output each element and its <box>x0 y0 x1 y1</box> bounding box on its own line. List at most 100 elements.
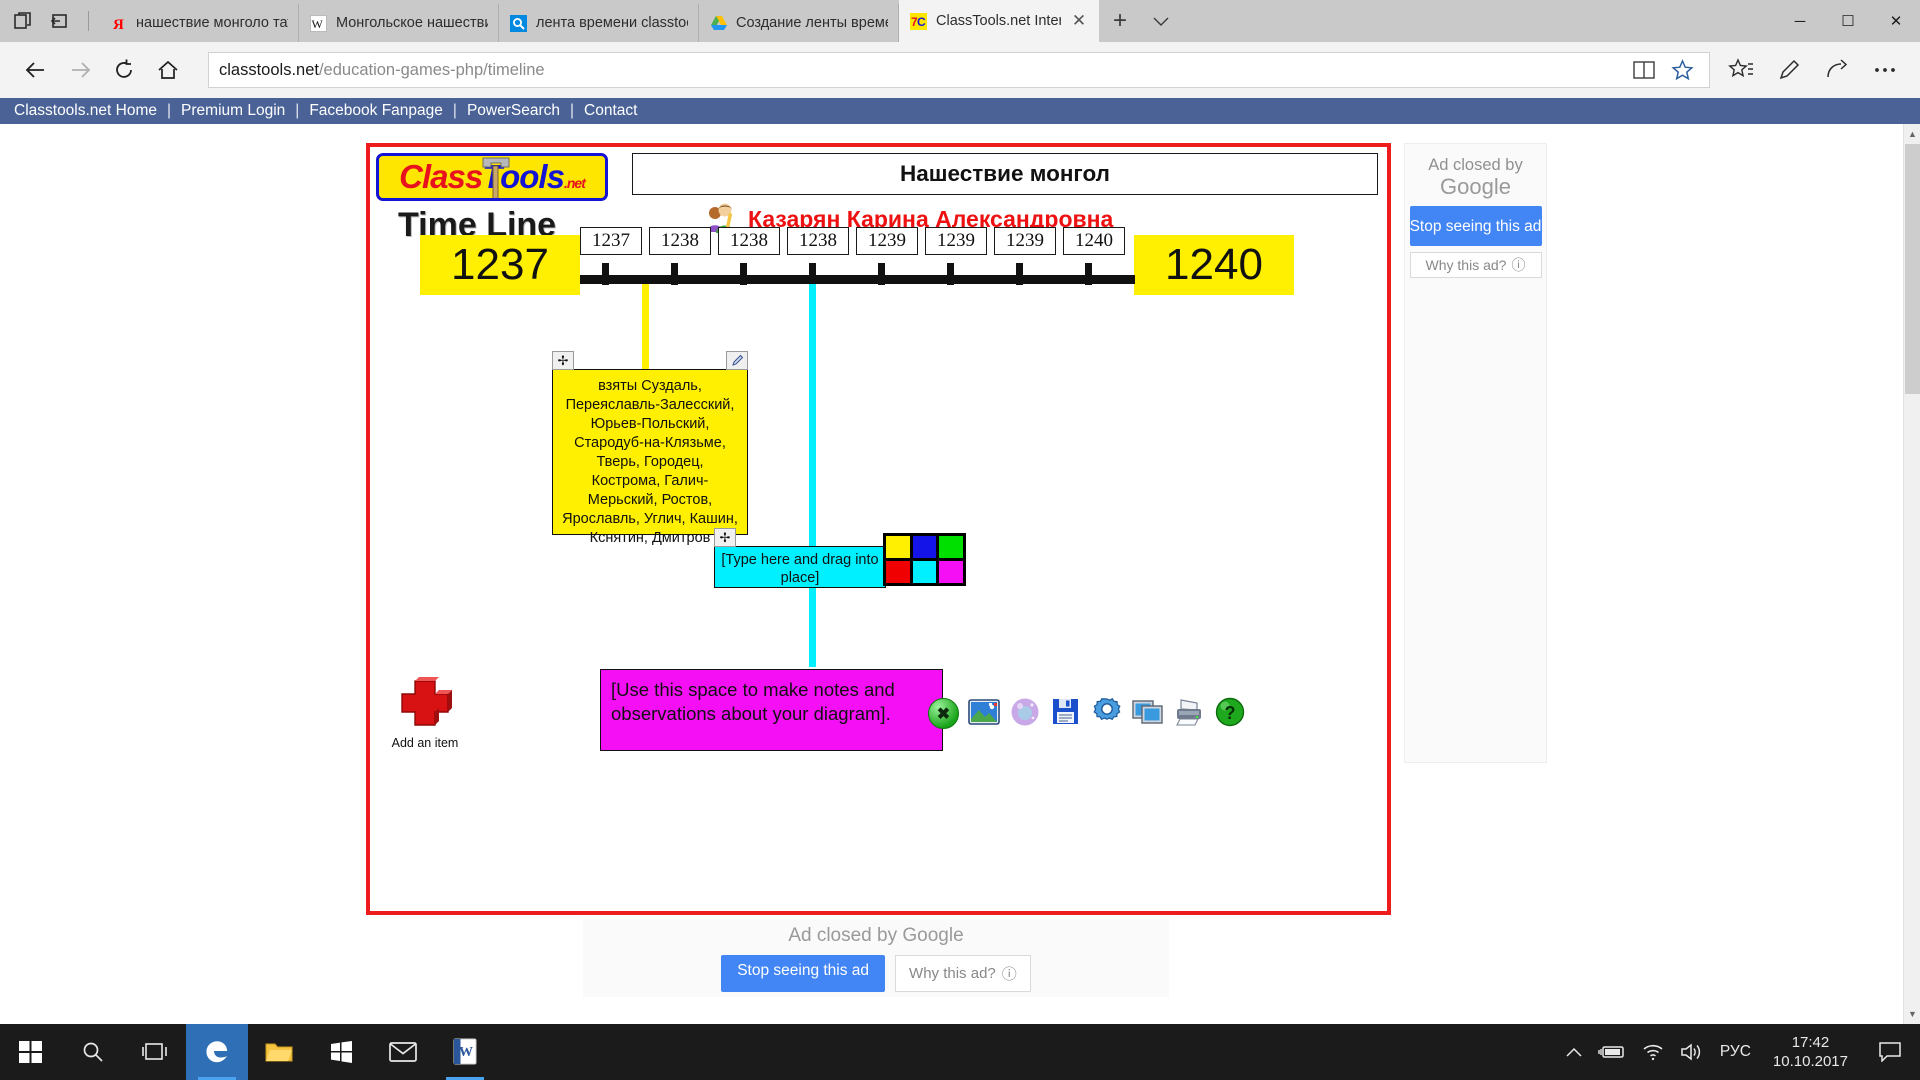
input-language-indicator[interactable]: РУС <box>1720 1043 1751 1061</box>
color-palette[interactable] <box>883 533 966 586</box>
stop-seeing-ad-button[interactable]: Stop seeing this ad <box>1409 206 1542 246</box>
date-box-7[interactable]: 1239 <box>994 227 1056 255</box>
task-view-icon[interactable] <box>124 1024 186 1080</box>
why-this-ad-button[interactable]: Why this ad? ⓘ <box>1409 252 1542 278</box>
forward-icon[interactable] <box>58 48 102 92</box>
favorite-star-icon[interactable] <box>1669 57 1695 83</box>
tab-preview-icon[interactable] <box>12 10 34 32</box>
why-this-ad-label: Why this ad? <box>1425 257 1507 273</box>
date-box-8[interactable]: 1240 <box>1063 227 1125 255</box>
browser-tab-5-active[interactable]: 7C ClassTools.net Interactiv ✕ <box>899 0 1099 42</box>
nav-link-powersearch[interactable]: PowerSearch <box>457 102 570 120</box>
browser-tab-4[interactable]: Создание ленты времени в <box>699 4 899 42</box>
timeline-title-input[interactable]: Нашествие монгол <box>632 153 1378 195</box>
action-center-icon[interactable] <box>1870 1024 1910 1080</box>
bottom-why-this-ad-button[interactable]: Why this ad? ⓘ <box>895 954 1031 992</box>
pencil-edit-icon[interactable] <box>726 351 748 370</box>
classtools-logo[interactable]: ClassTools.net <box>376 153 608 201</box>
new-tab-button[interactable]: + <box>1099 0 1141 42</box>
scrollbar-thumb[interactable] <box>1905 144 1920 394</box>
swatch-magenta[interactable] <box>939 561 963 583</box>
taskbar-clock[interactable]: 17:42 10.10.2017 <box>1767 1033 1854 1071</box>
volume-icon[interactable] <box>1680 1024 1704 1080</box>
nav-link-contact[interactable]: Contact <box>574 102 647 120</box>
date-box-6[interactable]: 1239 <box>925 227 987 255</box>
minimize-button[interactable]: ─ <box>1776 0 1824 42</box>
back-icon[interactable] <box>14 48 58 92</box>
close-icon[interactable]: ✕ <box>1069 11 1089 31</box>
microsoft-store-icon[interactable] <box>310 1024 372 1080</box>
share-icon[interactable] <box>1816 49 1858 91</box>
tab-label: лента времени classtools - <box>536 15 688 31</box>
home-icon[interactable] <box>146 48 190 92</box>
windows-start-icon[interactable] <box>0 1024 62 1080</box>
image-icon[interactable] <box>967 695 1001 729</box>
close-observations-button[interactable]: ✖ <box>928 698 959 729</box>
printer-icon[interactable] <box>1172 695 1206 729</box>
browser-tab-1[interactable]: Я нашествие монголо татар <box>99 4 299 42</box>
axis-tick-1 <box>602 263 609 285</box>
system-tray: РУС 17:42 10.10.2017 <box>1566 1024 1920 1080</box>
set-aside-tabs-icon[interactable] <box>48 10 70 32</box>
gear-settings-icon[interactable] <box>1090 695 1124 729</box>
browser-titlebar: Я нашествие монголо татар W Монгольское … <box>0 0 1920 42</box>
swatch-yellow[interactable] <box>886 536 910 558</box>
swatch-red[interactable] <box>886 561 910 583</box>
scroll-down-icon[interactable]: ▼ <box>1905 1006 1920 1022</box>
tab-label: Монгольское нашествие н <box>336 15 488 31</box>
observations-textarea[interactable]: [Use this space to make notes and observ… <box>600 669 943 751</box>
bottom-ad-closed-text: Ad closed by Google <box>788 925 963 947</box>
taskbar-search-icon[interactable] <box>62 1024 124 1080</box>
url-input[interactable]: classtools.net /education-games-php/time… <box>208 52 1710 88</box>
date-box-3[interactable]: 1238 <box>718 227 780 255</box>
favorites-hub-icon[interactable] <box>1720 49 1762 91</box>
swatch-green[interactable] <box>939 536 963 558</box>
crystal-ball-icon[interactable] <box>1008 695 1042 729</box>
timeline-app-frame: ClassTools.net Time Line Нашествие монго… <box>366 143 1391 915</box>
move-handle-icon[interactable]: ✢ <box>714 528 736 547</box>
nav-separator: | <box>295 102 300 119</box>
word-icon[interactable]: W <box>434 1024 496 1080</box>
vertical-scrollbar[interactable]: ▲ ▼ <box>1903 124 1920 1024</box>
mail-icon[interactable] <box>372 1024 434 1080</box>
file-explorer-icon[interactable] <box>248 1024 310 1080</box>
more-options-icon[interactable] <box>1864 49 1906 91</box>
date-box-2[interactable]: 1238 <box>649 227 711 255</box>
date-box-4[interactable]: 1238 <box>787 227 849 255</box>
clock-date: 10.10.2017 <box>1772 1053 1848 1070</box>
browser-tab-3[interactable]: лента времени classtools - <box>499 4 699 42</box>
date-box-5[interactable]: 1239 <box>856 227 918 255</box>
refresh-icon[interactable] <box>102 48 146 92</box>
axis-tick-5 <box>878 263 885 285</box>
ad-closed-line1: Ad closed by <box>1428 156 1523 174</box>
close-window-button[interactable]: ✕ <box>1872 0 1920 42</box>
titlebar-system-icons <box>0 0 99 42</box>
save-floppy-icon[interactable] <box>1049 695 1083 729</box>
end-year-box[interactable]: 1240 <box>1134 235 1294 295</box>
scroll-up-icon[interactable]: ▲ <box>1905 126 1920 142</box>
nav-link-premium-login[interactable]: Premium Login <box>171 102 295 120</box>
wifi-icon[interactable] <box>1642 1024 1664 1080</box>
web-note-pen-icon[interactable] <box>1768 49 1810 91</box>
swatch-cyan[interactable] <box>912 561 937 583</box>
swatch-blue[interactable] <box>912 536 937 558</box>
tray-chevron-up-icon[interactable] <box>1566 1024 1582 1080</box>
date-box-1[interactable]: 1237 <box>580 227 642 255</box>
nav-link-facebook-fanpage[interactable]: Facebook Fanpage <box>299 102 453 120</box>
move-handle-icon[interactable]: ✢ <box>552 351 574 370</box>
timeline-note-cyan[interactable]: ✢ [Type here and drag into place] <box>714 528 886 588</box>
windows-screens-icon[interactable] <box>1131 695 1165 729</box>
reading-view-icon[interactable] <box>1631 57 1657 83</box>
chevron-down-icon[interactable] <box>1141 0 1181 42</box>
browser-tab-2[interactable]: W Монгольское нашествие н <box>299 4 499 42</box>
battery-charging-icon[interactable] <box>1598 1024 1626 1080</box>
bottom-stop-seeing-ad-button[interactable]: Stop seeing this ad <box>721 954 886 992</box>
edge-browser-icon[interactable] <box>186 1024 248 1080</box>
nav-link-home[interactable]: Classtools.net Home <box>4 102 167 120</box>
nav-separator: | <box>167 102 172 119</box>
start-year-box[interactable]: 1237 <box>420 235 580 295</box>
add-item-button[interactable]: Add an item <box>388 675 462 750</box>
timeline-note-yellow[interactable]: ✢ взяты Суздаль, Переяславль-Залесский, … <box>552 351 748 546</box>
maximize-button[interactable]: ☐ <box>1824 0 1872 42</box>
help-question-icon[interactable]: ? <box>1213 695 1247 729</box>
